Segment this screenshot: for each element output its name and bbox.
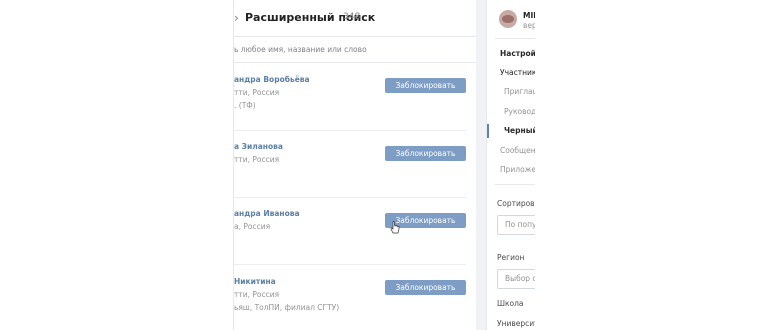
search-header: › Расширенный поиск 348 xyxy=(234,0,477,37)
list-item: Никитина тти, Россия ьяш, ТолПИ, филиал … xyxy=(234,277,477,330)
search-results-panel: › Расширенный поиск 348 андра Воробьёва … xyxy=(233,0,478,330)
sidebar-item-managers[interactable]: Руковод xyxy=(504,107,535,116)
block-button[interactable]: Заблокировать xyxy=(385,78,466,93)
sidebar-item-blacklist[interactable]: Черный xyxy=(504,126,535,135)
user-name[interactable]: Никитина xyxy=(234,277,276,286)
row-divider xyxy=(234,197,466,198)
hand-cursor-icon xyxy=(390,221,400,234)
sidebar-item-settings[interactable]: Настройк xyxy=(500,49,535,58)
back-chevron-icon[interactable]: › xyxy=(234,11,239,25)
user-location: а, Россия xyxy=(234,222,271,231)
sidebar-divider xyxy=(495,38,535,39)
list-item: андра Иванова а, Россия Заблокировать xyxy=(234,209,477,275)
region-placeholder: Выбор ст xyxy=(505,274,535,283)
region-select[interactable]: Выбор ст xyxy=(497,269,535,289)
row-divider xyxy=(234,130,466,131)
user-location: тти, Россия xyxy=(234,290,280,299)
sidebar-item-messages[interactable]: Сообщен xyxy=(500,146,535,155)
search-bar xyxy=(234,36,477,63)
sidebar-item-invitations[interactable]: Приглаш xyxy=(504,87,535,96)
search-input[interactable] xyxy=(234,42,469,56)
layout-gap xyxy=(476,0,486,330)
university-label[interactable]: Университ xyxy=(497,319,535,328)
community-subtitle: вер xyxy=(523,21,535,30)
user-education: . (ТФ) xyxy=(234,101,256,110)
sort-select[interactable]: По попул xyxy=(497,215,535,235)
user-location: тти, Россия xyxy=(234,155,280,164)
user-name[interactable]: а Зиланова xyxy=(234,142,283,151)
row-divider xyxy=(234,264,466,265)
community-title[interactable]: MIR xyxy=(523,11,535,20)
list-item: а Зиланова тти, Россия Заблокировать xyxy=(234,142,477,208)
block-button[interactable]: Заблокировать xyxy=(385,146,466,161)
results-count: 348 xyxy=(343,12,361,22)
region-label: Регион xyxy=(497,253,525,262)
user-name[interactable]: андра Иванова xyxy=(234,209,300,218)
sort-value: По попул xyxy=(505,220,535,229)
community-sidebar: MIR вер Настройк Участник Приглаш Руково… xyxy=(486,0,535,330)
user-location: тти, Россия xyxy=(234,88,280,97)
user-education: ьяш, ТолПИ, филиал СГТУ) xyxy=(234,303,340,312)
sidebar-divider xyxy=(495,184,535,185)
sidebar-item-apps[interactable]: Приложен xyxy=(500,165,535,174)
list-item: андра Воробьёва тти, Россия . (ТФ) Забло… xyxy=(234,75,477,141)
sidebar-item-members[interactable]: Участник xyxy=(500,68,535,77)
block-button[interactable]: Заблокировать xyxy=(385,280,466,295)
school-label[interactable]: Школа xyxy=(497,299,524,308)
user-name[interactable]: андра Воробьёва xyxy=(234,75,310,84)
active-item-marker xyxy=(487,124,489,138)
sort-label: Сортиров xyxy=(497,199,535,208)
community-avatar[interactable] xyxy=(499,10,517,28)
